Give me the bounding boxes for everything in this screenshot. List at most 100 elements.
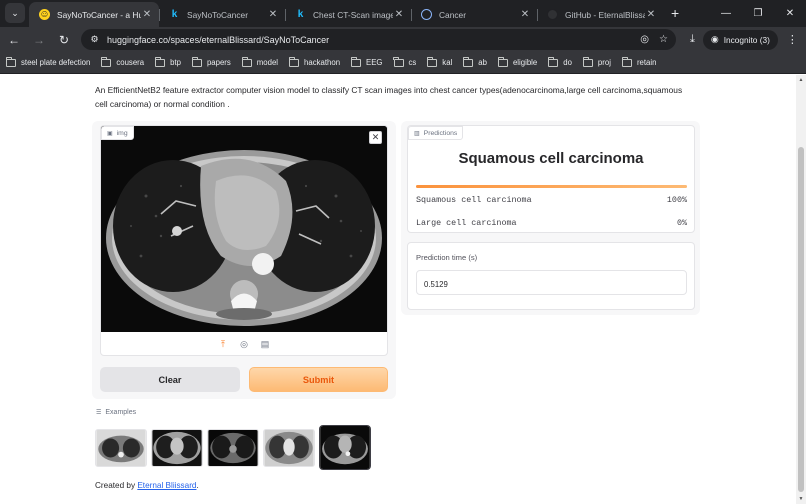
window-controls: — ❐ ✕ [710,0,806,27]
tab-title: SayNoToCancer - a Hugging [57,9,141,20]
close-icon[interactable]: ✕ [267,9,279,20]
folder-icon [288,56,300,67]
url-text: huggingface.co/spaces/eternalBlissard/Sa… [107,34,330,45]
clear-button[interactable]: Clear [100,367,240,392]
restore-icon[interactable]: ❐ [742,8,774,19]
scroll-down-icon[interactable]: ▼ [798,496,804,502]
image-icon: ▣ [107,130,113,137]
close-icon[interactable]: ✕ [645,9,657,20]
scroll-up-icon[interactable]: ▲ [798,77,804,83]
image-label-chip: ▣ img [101,126,134,140]
tab-huggingface[interactable]: ☺ SayNoToCancer - a Hugging ✕ [29,2,159,27]
image-input[interactable]: ▣ img ✕ ⤒ ◎ ▤ [100,125,388,356]
reload-icon[interactable]: ↻ [53,29,75,51]
bookmark-folder[interactable]: papers [191,56,231,67]
bookmark-label: ab [478,58,487,67]
bookmark-label: hackathon [304,58,341,67]
bookmark-folder[interactable]: btp [154,56,181,67]
webcam-icon[interactable]: ◎ [238,338,251,351]
bookmark-folder[interactable]: hackathon [288,56,341,67]
minimize-icon[interactable]: — [710,8,742,19]
close-window-icon[interactable]: ✕ [774,8,806,19]
tab-github[interactable]: GitHub - EternalBlissard/ ✕ [537,2,663,27]
close-icon[interactable]: ✕ [141,9,153,20]
page-content: An EfficientNetB2 feature extractor comp… [0,75,796,504]
example-thumbnail[interactable] [151,428,203,467]
folder-icon [547,56,559,67]
new-tab-icon[interactable]: + [671,5,679,21]
prediction-time-panel: Prediction time (s) 0.5129 [407,242,695,310]
tab-kaggle-saynotocancer[interactable]: k SayNoToCancer ✕ [159,2,285,27]
bookmark-folder[interactable]: cousera [101,56,145,67]
scrollbar-thumb[interactable] [798,147,804,492]
folder-icon [393,56,404,67]
predictions-panel: ▥ Predictions Squamous cell carcinoma Sq… [407,125,695,233]
folder-icon [5,56,16,67]
tab-title: GitHub - EternalBlissard/ [565,9,645,20]
bookmark-folder[interactable]: cs [393,56,417,67]
bookmarks-bar: steel plate defection cousera btp papers mod… [0,52,806,74]
bookmark-folder[interactable]: ab [462,56,487,67]
page-scrollbar[interactable]: ▲ ▼ [796,75,806,504]
address-bar[interactable]: ⚙ huggingface.co/spaces/eternalBlissard/… [81,29,676,50]
confidence-row: Squamous cell carcinoma 100% [416,195,687,205]
confidence-row: Large cell carcinoma 0% [416,218,687,228]
incognito-badge[interactable]: ◉ Incognito (3) [702,29,778,50]
tab-cancer[interactable]: Cancer ✕ [411,2,537,27]
bookmark-label: eligible [512,58,538,67]
prediction-time-value[interactable]: 0.5129 [416,270,687,295]
folder-icon [191,56,202,67]
confidence-bar-fill [416,185,687,188]
bookmark-label: cs [408,58,417,67]
back-icon[interactable]: ← [3,29,25,51]
remove-image-icon[interactable]: ✕ [369,131,382,144]
upload-icon[interactable]: ⤒ [217,338,230,351]
bookmark-folder[interactable]: EEG [350,56,383,67]
bookmark-label: cousera [116,58,145,67]
bookmark-label: btp [170,58,181,67]
example-thumbnail[interactable] [207,428,259,467]
folder-icon [101,56,112,67]
site-info-icon[interactable]: ⚙ [89,34,100,45]
bookmark-star-icon[interactable]: ☆ [659,34,668,45]
bookmark-folder[interactable]: kal [426,56,452,67]
forward-icon[interactable]: → [28,29,50,51]
tab-title: Cancer [439,9,466,20]
bookmark-folder[interactable]: do [547,56,572,67]
bookmark-label: do [563,58,572,67]
ct-scan-image [101,126,387,332]
submit-button[interactable]: Submit [249,367,388,392]
download-icon[interactable]: ⤓ [690,33,695,46]
bookmark-label: EEG [366,58,383,67]
clipboard-icon[interactable]: ▤ [259,338,272,351]
close-icon[interactable]: ✕ [393,9,405,20]
author-link[interactable]: Eternal Bliissard [137,481,196,490]
tab-title: Chest CT-Scan images D [313,9,393,20]
folder-icon [350,56,362,67]
bookmark-label: papers [206,58,231,67]
folder-icon [426,56,438,67]
folder-icon [621,56,632,67]
list-icon: ☰ [96,410,102,416]
bookmark-label: retain [636,58,657,67]
more-menu-icon[interactable]: ⋮ [787,33,798,46]
incognito-icon: ◉ [710,34,719,44]
bookmark-label: steel plate defection [21,58,91,67]
bookmark-folder[interactable]: proj [582,56,611,67]
bookmark-label: model [256,58,279,67]
example-thumbnail[interactable] [263,428,315,467]
close-icon[interactable]: ✕ [519,9,531,20]
chart-icon: ▥ [414,130,420,137]
bookmark-folder[interactable]: model [241,56,279,67]
predicted-class: Squamous cell carcinoma [458,150,644,167]
tab-title: SayNoToCancer [187,9,248,20]
kaggle-icon: k [297,9,304,20]
eye-off-icon[interactable]: ◎ [640,34,649,45]
bookmark-folder[interactable]: eligible [497,56,538,67]
bookmark-folder[interactable]: steel plate defection [5,56,91,67]
example-thumbnail[interactable] [95,428,147,467]
tab-search-icon[interactable]: ⌄ [5,3,25,23]
tab-kaggle-dataset[interactable]: k Chest CT-Scan images D ✕ [285,2,411,27]
example-thumbnail-selected[interactable] [319,425,371,470]
bookmark-folder[interactable]: retain [621,56,657,67]
